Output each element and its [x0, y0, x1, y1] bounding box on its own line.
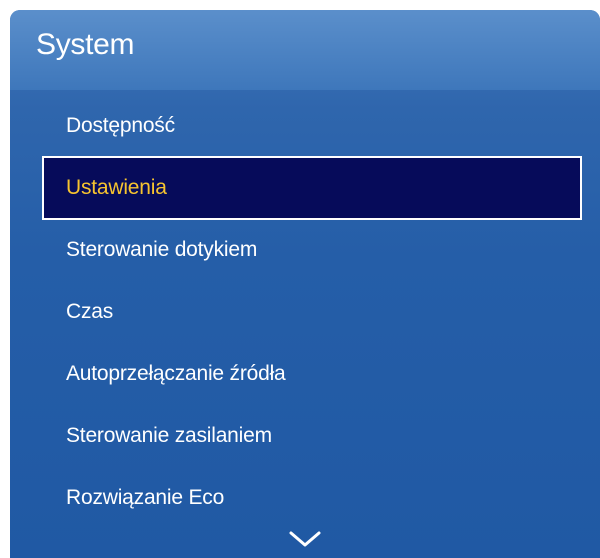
menu-title: System [36, 28, 135, 61]
chevron-down-icon[interactable] [288, 530, 322, 548]
menu-item-autoprzelaczanie-zrodla[interactable]: Autoprzełączanie źródła [10, 343, 600, 405]
menu-item-label: Sterowanie dotykiem [66, 238, 258, 261]
menu-item-label: Autoprzełączanie źródła [66, 362, 286, 385]
menu-item-czas[interactable]: Czas [10, 281, 600, 343]
menu-item-sterowanie-zasilaniem[interactable]: Sterowanie zasilaniem [10, 405, 600, 467]
menu-header: System [10, 10, 600, 90]
menu-item-label: Czas [66, 300, 114, 323]
menu-item-label: Sterowanie zasilaniem [66, 424, 272, 447]
menu-item-label: Ustawienia [66, 176, 167, 199]
menu-item-label: Dostępność [66, 114, 175, 137]
menu-item-ustawienia[interactable]: Ustawienia [44, 158, 580, 218]
menu-list: Dostępność Ustawienia Sterowanie dotykie… [10, 95, 600, 529]
menu-item-rozwiazanie-eco[interactable]: Rozwiązanie Eco [10, 467, 600, 529]
system-menu-panel: System Dostępność Ustawienia Sterowanie … [10, 10, 600, 558]
menu-item-sterowanie-dotykiem[interactable]: Sterowanie dotykiem [10, 219, 600, 281]
menu-item-dostepnosc[interactable]: Dostępność [10, 95, 600, 157]
menu-item-label: Rozwiązanie Eco [66, 486, 225, 509]
